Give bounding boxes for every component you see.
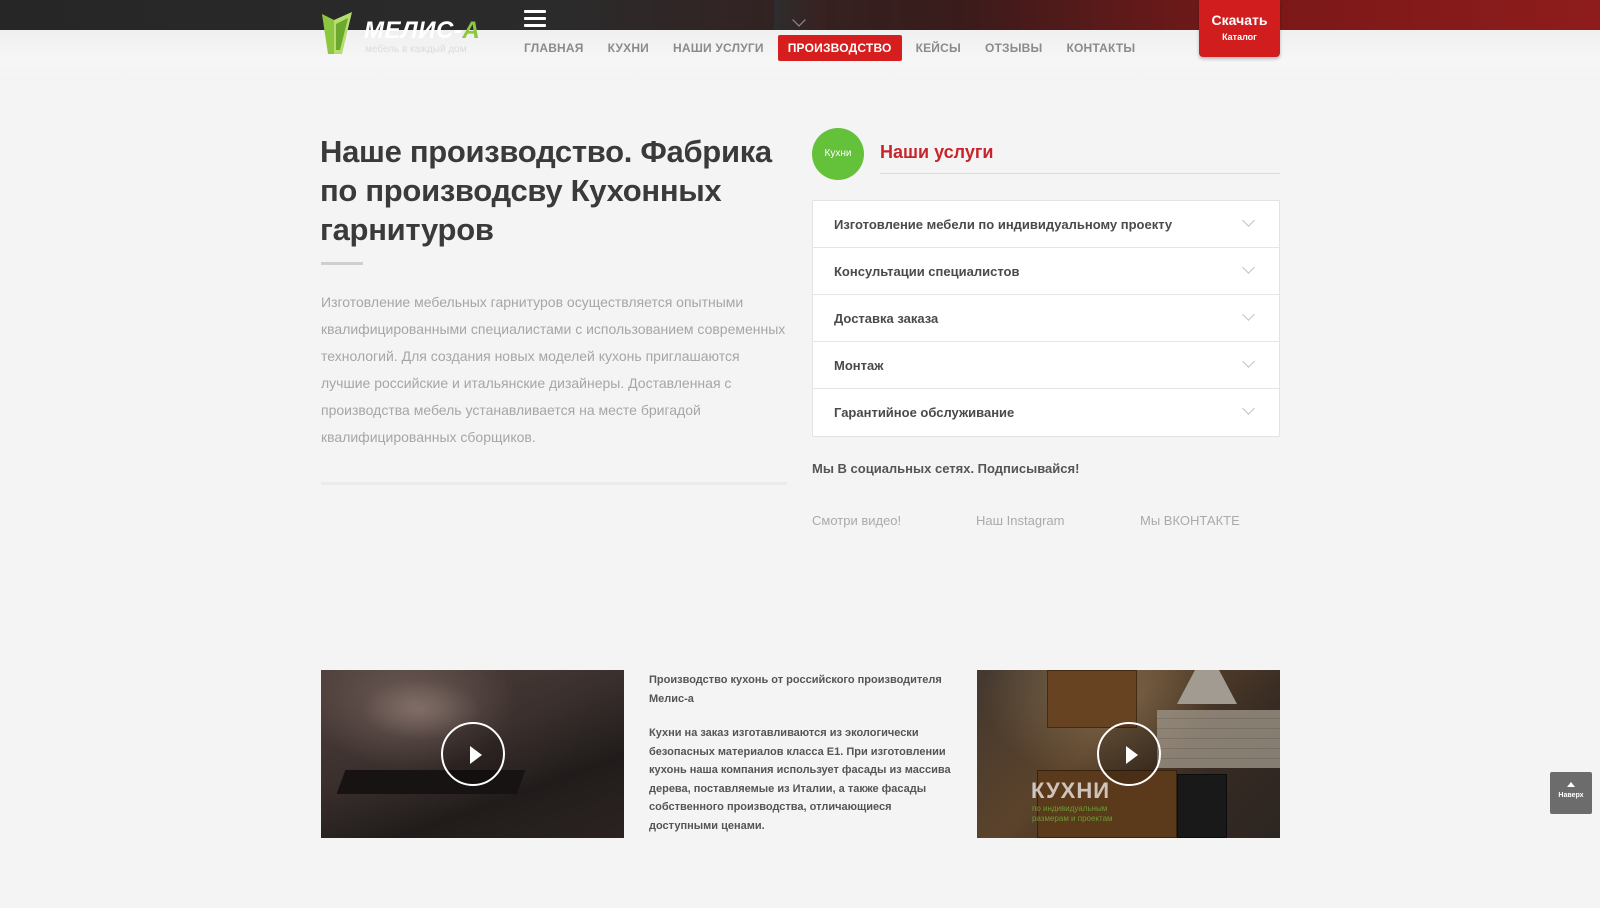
services-title: Наши услуги [880, 142, 994, 162]
chevron-down-icon [1242, 355, 1255, 368]
services-accordion: Изготовление мебели по индивидуальному п… [812, 200, 1280, 437]
chevron-down-icon [1242, 402, 1255, 415]
accordion-item-label: Консультации специалистов [834, 264, 1020, 279]
chevron-down-icon [1242, 214, 1255, 227]
nav-item-kitchens[interactable]: КУХНИ [598, 35, 659, 61]
accordion-item-delivery[interactable]: Доставка заказа [813, 295, 1279, 342]
logo-wordmark: МЕЛИС-А [364, 17, 481, 44]
accordion-item-consultation[interactable]: Консультации специалистов [813, 248, 1279, 295]
chevron-down-icon [1242, 261, 1255, 274]
accordion-item-warranty[interactable]: Гарантийное обслуживание [813, 389, 1279, 436]
nav-item-production[interactable]: ПРОИЗВОДСТВО [777, 35, 902, 61]
back-to-top-button[interactable]: Наверх [1550, 772, 1592, 814]
site-header: МЕЛИС-А мебель в каждый дом ГЛАВНАЯ КУХН… [0, 0, 1600, 82]
arrow-up-icon [1567, 782, 1575, 787]
chevron-down-icon [1242, 308, 1255, 321]
video-description: Производство кухонь от российского произ… [649, 671, 954, 851]
catalog-button-label: Скачать [1211, 12, 1268, 28]
social-link-vk[interactable]: Мы ВКОНТАКТЕ [1140, 513, 1240, 528]
accordion-item-label: Гарантийное обслуживание [834, 405, 1015, 420]
nav-item-home[interactable]: ГЛАВНАЯ [524, 35, 594, 61]
social-title: Мы В социальных сетях. Подписывайся! [812, 461, 1080, 476]
nav-item-cases[interactable]: КЕЙСЫ [906, 35, 971, 61]
section-divider [321, 482, 787, 485]
accordion-item-custom-furniture[interactable]: Изготовление мебели по индивидуальному п… [813, 201, 1279, 248]
accordion-item-label: Доставка заказа [834, 311, 939, 326]
title-underline [321, 262, 363, 265]
page-title: Наше производство. Фабрика по производсв… [320, 134, 772, 247]
download-catalog-button[interactable]: Скачать Каталог [1199, 0, 1280, 57]
services-title-line [880, 173, 1280, 174]
play-icon[interactable] [441, 722, 505, 786]
video-brand-text: КУХНИ [1031, 778, 1111, 803]
main-nav: ГЛАВНАЯ КУХНИ НАШИ УСЛУГИ ПРОИЗВОДСТВО К… [524, 35, 1149, 61]
social-link-video[interactable]: Смотри видео! [812, 513, 901, 528]
social-link-instagram[interactable]: Наш Instagram [976, 513, 1064, 528]
nav-item-reviews[interactable]: ОТЗЫВЫ [975, 35, 1053, 61]
production-video[interactable] [321, 670, 624, 838]
nav-item-contacts[interactable]: КОНТАКТЫ [1056, 35, 1145, 61]
accordion-item-installation[interactable]: Монтаж [813, 342, 1279, 389]
back-to-top-label: Наверх [1558, 792, 1584, 799]
logo-mark-icon [322, 12, 352, 54]
services-badge: Кухни [812, 128, 864, 180]
chevron-down-icon [792, 13, 806, 27]
play-icon[interactable] [1097, 722, 1161, 786]
header-notch [774, 0, 826, 30]
video-brand-subtext: по индивидуальным размерам и проектам [1032, 804, 1113, 823]
accordion-item-label: Изготовление мебели по индивидуальному п… [834, 217, 1173, 232]
intro-text: Изготовление мебельных гарнитуров осущес… [321, 294, 786, 445]
video-description-body: Кухни на заказ изготавливаются из эколог… [649, 727, 951, 832]
site-logo[interactable]: МЕЛИС-А мебель в каждый дом [320, 10, 480, 56]
logo-tagline: мебель в каждый дом [365, 44, 467, 55]
kitchens-video[interactable]: КУХНИ по индивидуальным размерам и проек… [977, 670, 1280, 838]
hamburger-menu-icon[interactable] [524, 10, 546, 28]
video-description-title: Производство кухонь от российского произ… [649, 674, 942, 705]
accordion-item-label: Монтаж [834, 358, 884, 373]
nav-item-services[interactable]: НАШИ УСЛУГИ [663, 35, 774, 61]
catalog-button-sublabel: Каталог [1222, 32, 1257, 42]
